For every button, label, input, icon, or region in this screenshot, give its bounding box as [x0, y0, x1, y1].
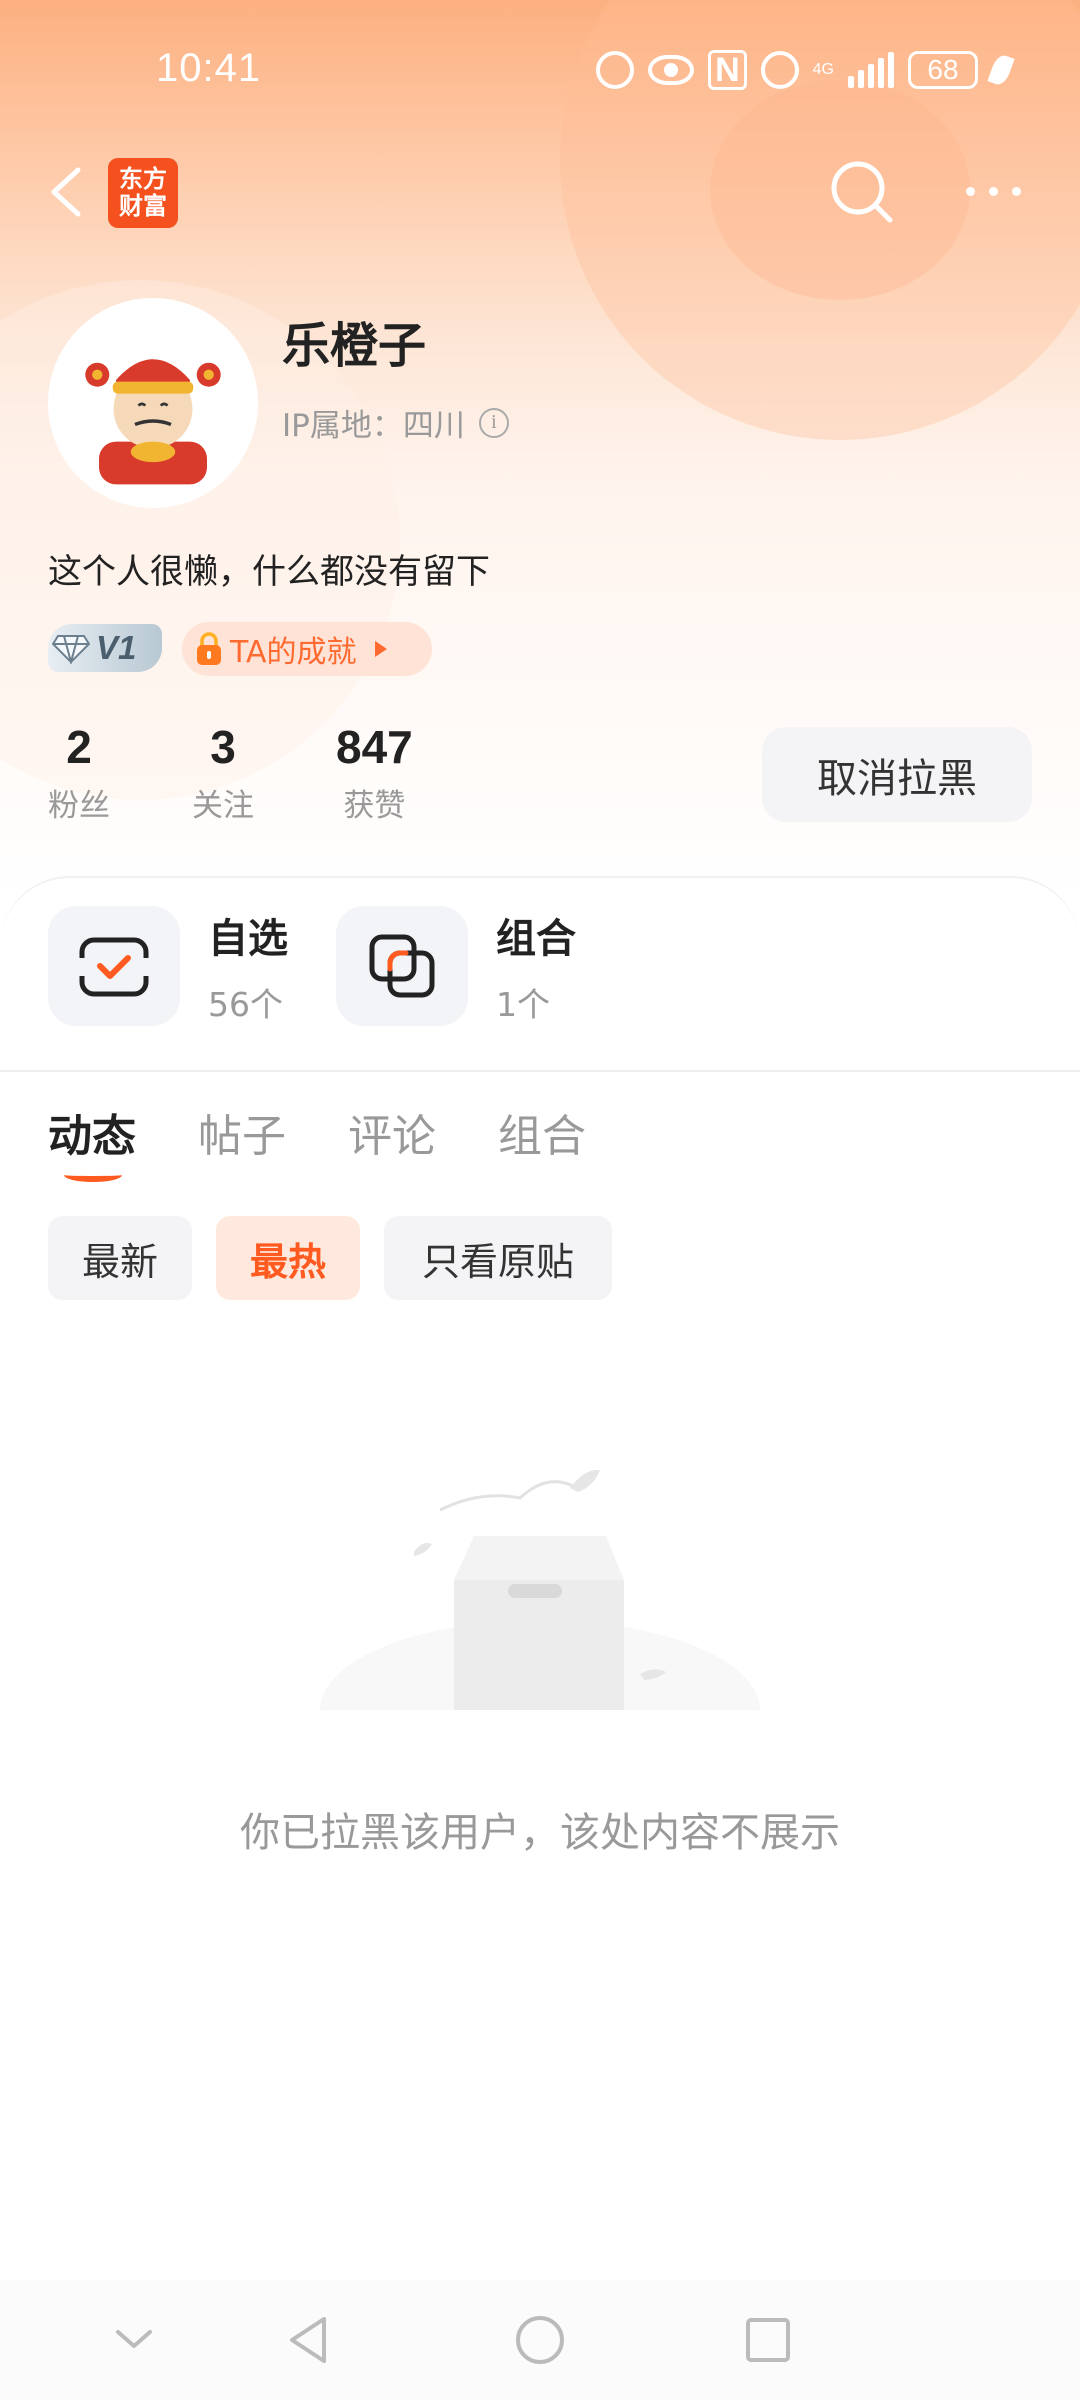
tab-portfolio[interactable]: 组合 — [498, 1100, 586, 1164]
play-arrow-icon — [374, 641, 387, 657]
network-type: 4G — [812, 61, 834, 78]
profile-page: 10:41 N 4G 68 东方 财富 乐橙子 IP属地：四川 i 这个人很懒，… — [0, 0, 1080, 2400]
stat-label: 关注 — [192, 788, 254, 824]
search-icon[interactable] — [828, 158, 896, 226]
feature-watchlist[interactable]: 自选 56个 — [48, 906, 288, 1026]
brand-logo-line1: 东方 — [119, 165, 167, 193]
status-icons: N 4G 68 — [596, 50, 1015, 90]
status-bar: 10:41 N 4G 68 — [0, 0, 1080, 140]
nav-recents-icon[interactable] — [738, 2310, 798, 2370]
filter-hottest[interactable]: 最热 — [216, 1216, 360, 1300]
signal-icon — [848, 52, 894, 88]
status-time: 10:41 — [156, 46, 262, 90]
divider — [0, 1070, 1080, 1072]
avatar[interactable] — [48, 298, 258, 508]
data-saver-icon — [596, 51, 635, 89]
avatar-image — [85, 359, 221, 485]
tab-dynamics[interactable]: 动态 — [48, 1100, 136, 1164]
stat-label: 获赞 — [343, 788, 406, 824]
level-badge[interactable]: V1 — [48, 624, 162, 672]
filter-original-only[interactable]: 只看原贴 — [384, 1216, 612, 1300]
nav-back-icon[interactable] — [278, 2310, 338, 2370]
info-icon[interactable]: i — [478, 407, 509, 438]
stat-following[interactable]: 3 关注 — [192, 720, 254, 825]
stat-fans[interactable]: 2 粉丝 — [48, 720, 110, 825]
brand-logo-line2: 财富 — [119, 192, 167, 220]
level-text: V1 — [96, 629, 137, 666]
watchlist-icon — [48, 906, 180, 1026]
alarm-icon — [760, 51, 799, 89]
feature-title: 组合 — [496, 916, 576, 962]
diamond-icon — [52, 635, 90, 664]
nfc-icon: N — [708, 50, 747, 90]
stat-likes[interactable]: 847 获赞 — [336, 720, 413, 825]
lock-icon — [197, 632, 221, 665]
feature-portfolio[interactable]: 组合 1个 — [336, 906, 576, 1026]
ip-location: IP属地：四川 i — [282, 400, 509, 445]
empty-box-illustration — [310, 1469, 770, 1740]
achievement-label: TA的成就 — [230, 635, 357, 670]
portfolio-icon — [336, 906, 468, 1026]
back-arrow-icon[interactable] — [46, 166, 86, 218]
unblock-button[interactable]: 取消拉黑 — [762, 727, 1032, 822]
stat-value: 2 — [66, 721, 92, 773]
battery-icon: 68 — [908, 51, 978, 89]
stat-value: 3 — [210, 721, 236, 773]
stat-label: 粉丝 — [48, 788, 110, 824]
brand-logo[interactable]: 东方 财富 — [108, 158, 178, 228]
tab-posts[interactable]: 帖子 — [198, 1100, 286, 1164]
active-tab-indicator — [64, 1168, 122, 1182]
tab-comments[interactable]: 评论 — [348, 1100, 436, 1164]
feature-count: 1个 — [496, 985, 550, 1024]
stat-value: 847 — [336, 721, 413, 773]
bio: 这个人很懒，什么都没有留下 — [48, 552, 490, 592]
ip-location-text: IP属地：四川 — [282, 408, 465, 444]
achievement-button[interactable]: TA的成就 — [182, 622, 432, 676]
more-icon[interactable] — [966, 176, 1026, 206]
nav-home-icon[interactable] — [510, 2310, 570, 2370]
chevron-down-icon[interactable] — [104, 2310, 164, 2370]
leaf-icon — [987, 52, 1015, 88]
empty-state-message: 你已拉黑该用户，该处内容不展示 — [240, 1810, 840, 1856]
system-nav-bar — [0, 2280, 1080, 2400]
feature-count: 56个 — [208, 985, 283, 1024]
filter-latest[interactable]: 最新 — [48, 1216, 192, 1300]
username: 乐橙子 — [282, 318, 427, 374]
eye-comfort-icon — [648, 55, 695, 85]
feature-title: 自选 — [208, 916, 288, 962]
